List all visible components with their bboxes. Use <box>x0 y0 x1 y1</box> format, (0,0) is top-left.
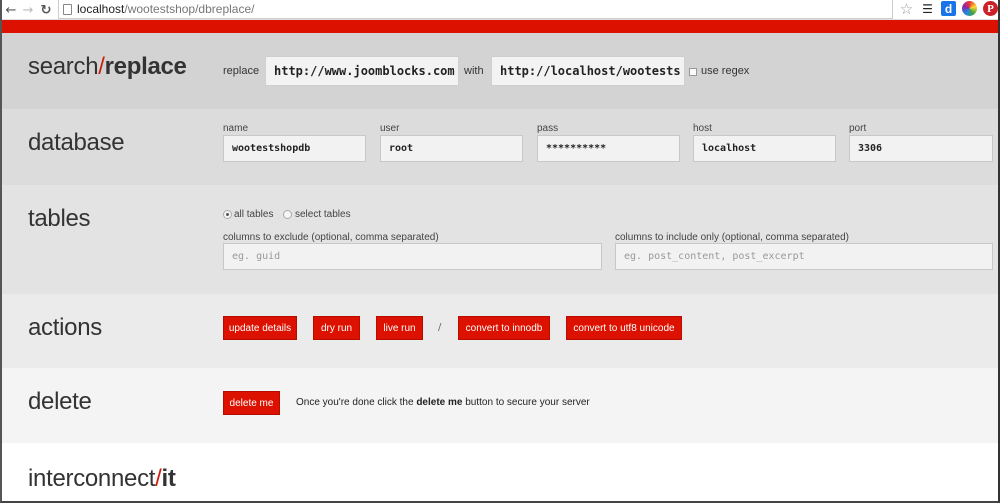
db-host-input[interactable]: localhost <box>693 135 836 162</box>
include-columns-label: columns to include only (optional, comma… <box>615 232 850 243</box>
note-text-bold: delete me <box>416 397 463 408</box>
delete-title: delete <box>28 388 92 415</box>
brand-light: interconnect <box>28 465 156 492</box>
db-port-label: port <box>849 123 867 134</box>
select-tables-label: select tables <box>295 209 351 220</box>
brand-bold: it <box>161 465 176 492</box>
database-title: database <box>28 129 125 156</box>
dry-run-button[interactable]: dry run <box>313 316 360 340</box>
delete-me-button[interactable]: delete me <box>223 391 280 415</box>
db-pass-label: pass <box>537 123 559 134</box>
live-run-button[interactable]: live run <box>376 316 423 340</box>
db-user-input[interactable]: root <box>380 135 523 162</box>
replace-label: replace <box>223 65 260 77</box>
db-name-input[interactable]: wootestshopdb <box>223 135 366 162</box>
db-name-label: name <box>223 123 249 134</box>
url-host: localhost <box>77 2 125 16</box>
footer-brand: interconnect/it <box>28 465 176 493</box>
actions-separator: / <box>438 322 442 333</box>
pinterest-icon[interactable]: P <box>983 1 998 16</box>
title-bold: replace <box>104 53 187 80</box>
reload-icon[interactable]: ↻ <box>37 1 55 19</box>
delete-note: Once you're done click the delete me but… <box>296 397 590 408</box>
all-tables-radio[interactable] <box>223 210 232 219</box>
update-details-button[interactable]: update details <box>223 316 297 340</box>
page-icon <box>63 3 72 15</box>
title-light: search <box>28 53 99 80</box>
back-arrow-icon[interactable]: ← <box>2 1 20 19</box>
with-label: with <box>464 65 484 77</box>
exclude-columns-label: columns to exclude (optional, comma sepa… <box>223 232 439 243</box>
actions-title: actions <box>28 314 102 341</box>
top-accent-bar <box>2 20 998 33</box>
d-icon[interactable]: d <box>941 1 956 16</box>
convert-innodb-button[interactable]: convert to innodb <box>458 316 550 340</box>
all-tables-label: all tables <box>234 209 274 220</box>
extension-icons: ☆ ☰ d P <box>899 0 998 18</box>
database-section: database name wootestshopdb user root pa… <box>2 109 998 185</box>
actions-section: actions update details dry run live run … <box>2 294 998 368</box>
db-port-input[interactable]: 3306 <box>849 135 993 162</box>
tables-section: tables all tables select tables columns … <box>2 185 998 294</box>
db-pass-input[interactable]: ********** <box>537 135 680 162</box>
url-path: /wootestshop/dbreplace/ <box>124 2 255 16</box>
convert-utf8-button[interactable]: convert to utf8 unicode <box>566 316 682 340</box>
footer-section: interconnect/it <box>2 443 998 501</box>
delete-section: delete delete me Once you're done click … <box>2 368 998 443</box>
search-replace-title: search/replace <box>28 53 187 81</box>
replace-input[interactable]: http://www.joomblocks.com <box>265 56 459 86</box>
with-input[interactable]: http://localhost/wootests <box>491 56 685 86</box>
note-text-before: Once you're done click the <box>296 397 417 408</box>
address-bar[interactable]: localhost/wootestshop/dbreplace/ <box>58 0 893 19</box>
select-tables-radio[interactable] <box>283 210 292 219</box>
page-frame: ← → ↻ localhost/wootestshop/dbreplace/ ☆… <box>0 0 1000 503</box>
tables-title: tables <box>28 205 91 232</box>
search-replace-section: search/replace replace http://www.joombl… <box>2 33 998 109</box>
browser-toolbar: ← → ↻ localhost/wootestshop/dbreplace/ ☆… <box>2 0 998 20</box>
note-text-after: button to secure your server <box>462 397 590 408</box>
use-regex-checkbox[interactable] <box>689 68 697 76</box>
forward-arrow-icon[interactable]: → <box>19 1 37 19</box>
color-wheel-icon[interactable] <box>962 1 977 16</box>
star-icon[interactable]: ☆ <box>899 0 914 18</box>
use-regex-label: use regex <box>701 65 750 77</box>
exclude-columns-input[interactable]: eg. guid <box>223 243 602 270</box>
buffer-icon[interactable]: ☰ <box>920 1 935 16</box>
db-host-label: host <box>693 123 712 134</box>
db-user-label: user <box>380 123 400 134</box>
include-columns-input[interactable]: eg. post_content, post_excerpt <box>615 243 993 270</box>
